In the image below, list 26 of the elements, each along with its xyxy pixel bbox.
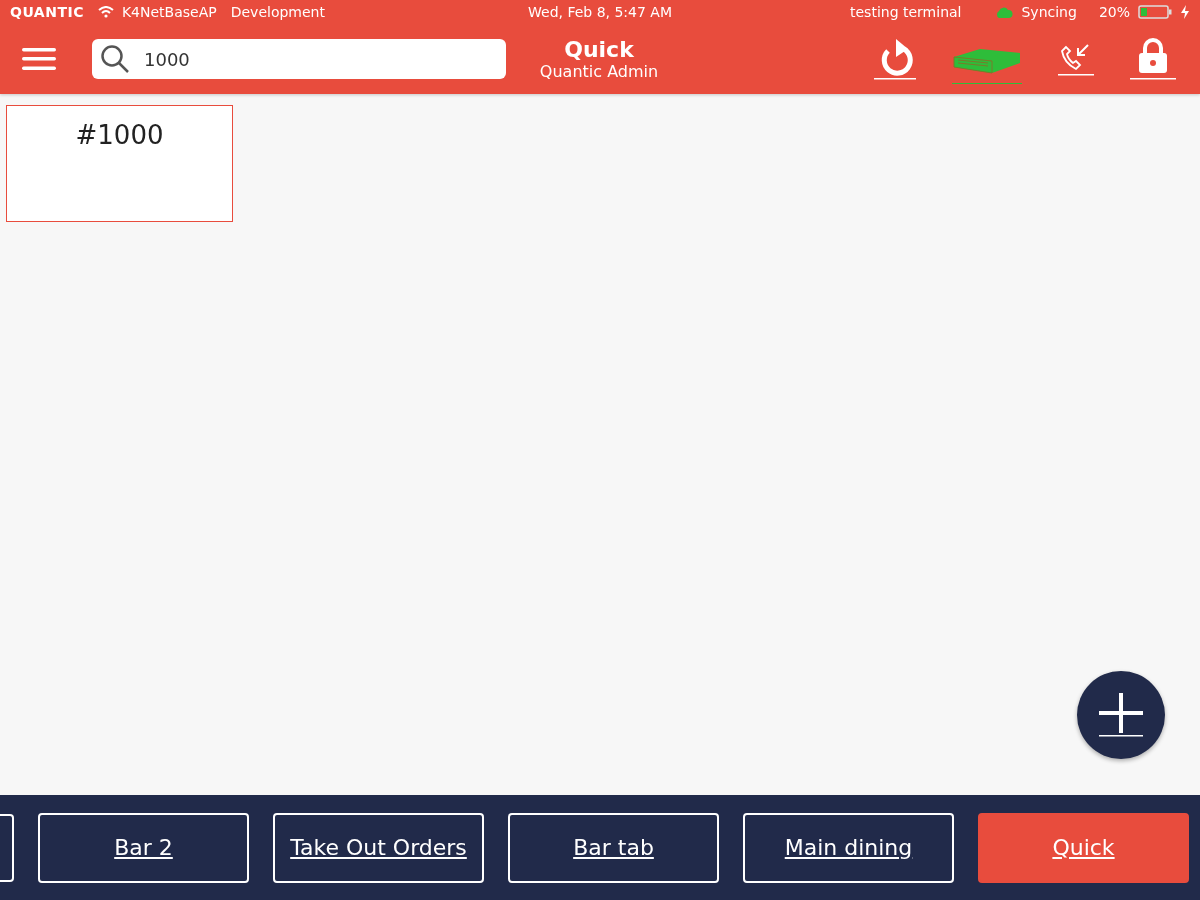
environment-label: Development <box>230 4 325 20</box>
lock-button[interactable] <box>1130 38 1176 80</box>
battery-icon <box>1138 5 1172 19</box>
date-time: Wed, Feb 8, 5:47 AM <box>528 4 672 20</box>
section-tab[interactable]: Bar tab <box>508 812 719 883</box>
tab-button[interactable] <box>0 813 14 882</box>
page-title: Quick <box>564 37 634 62</box>
user-name: Quantic Admin <box>539 62 659 81</box>
plus-icon <box>1097 691 1145 739</box>
terminal-name: testing terminal <box>850 4 962 20</box>
network-name: K4NetBaseAP <box>121 4 217 20</box>
add-button[interactable] <box>1077 671 1165 759</box>
battery-percent: 20% <box>1098 4 1130 20</box>
charging-icon <box>1180 5 1190 19</box>
section-tab[interactable]: Take Out Orders <box>273 812 484 883</box>
order-card[interactable]: #1000 <box>6 105 233 222</box>
sync-status: Syncing <box>1021 4 1077 20</box>
section-tab[interactable]: Bar 2 <box>38 812 249 883</box>
incoming-call-button[interactable] <box>1058 41 1094 77</box>
refresh-button[interactable] <box>874 37 916 81</box>
cloud-icon <box>995 6 1014 18</box>
section-tab[interactable]: Main dining <box>743 812 954 883</box>
section-tab[interactable]: Quick <box>978 812 1189 883</box>
brand-name: QUANTIC <box>10 4 84 20</box>
search-field[interactable]: 1000 <box>92 39 506 79</box>
wifi-icon <box>97 6 114 18</box>
